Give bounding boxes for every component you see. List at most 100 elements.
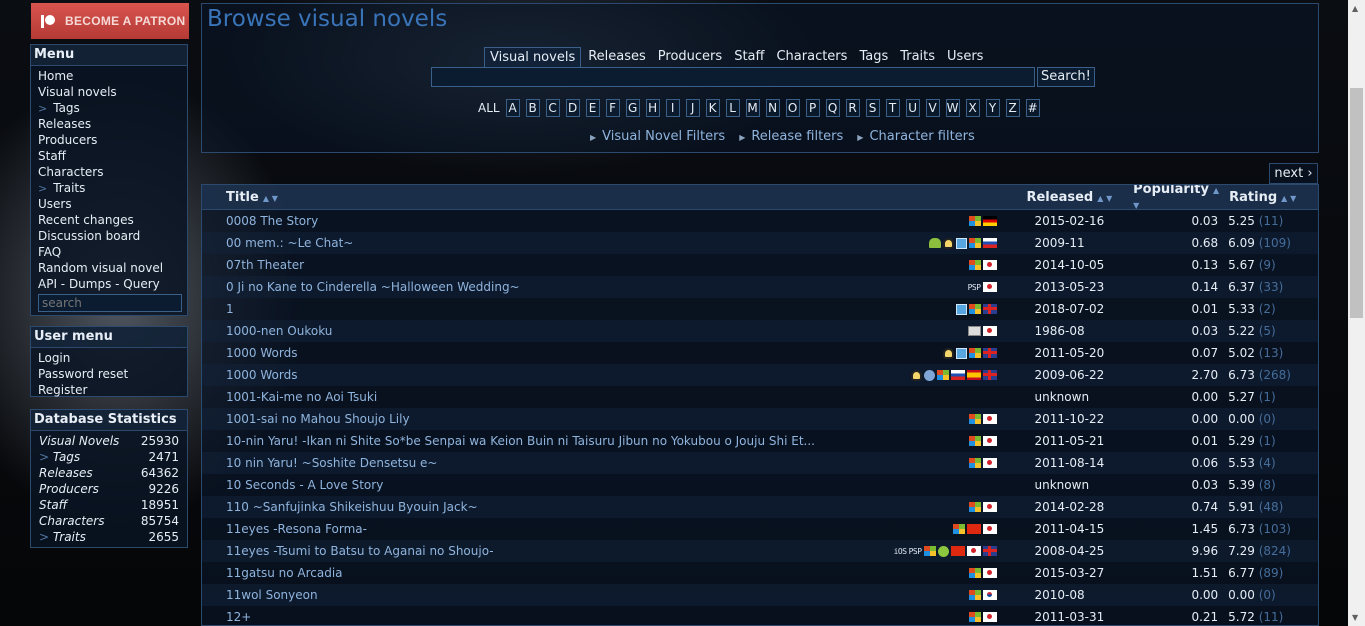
filter-link[interactable]: ▶ Character filters bbox=[857, 129, 974, 144]
search-button[interactable]: Search! bbox=[1037, 67, 1095, 87]
search-input[interactable] bbox=[431, 67, 1035, 87]
letter-button[interactable]: Z bbox=[1005, 99, 1020, 117]
letter-button[interactable]: M bbox=[745, 99, 760, 117]
next-page-button[interactable]: next › bbox=[1269, 163, 1318, 184]
letter-button[interactable]: U bbox=[905, 99, 920, 117]
letter-button[interactable]: V bbox=[925, 99, 940, 117]
menu-item[interactable]: Users bbox=[38, 196, 187, 212]
menu-item[interactable]: > Tags bbox=[38, 100, 187, 116]
vn-title-link[interactable]: 0 Ji no Kane to Cinderella ~Halloween We… bbox=[202, 280, 885, 294]
vn-title-link[interactable]: 1001-Kai-me no Aoi Tsuki bbox=[202, 390, 885, 404]
tab-traits[interactable]: Traits bbox=[895, 47, 940, 67]
menu-item[interactable]: Random visual novel bbox=[38, 260, 187, 276]
letter-button[interactable]: B bbox=[525, 99, 540, 117]
letter-button[interactable]: # bbox=[1025, 99, 1040, 117]
tab-users[interactable]: Users bbox=[942, 47, 988, 67]
sort-arrows-icon[interactable]: ▲ ▼ bbox=[1097, 194, 1112, 203]
tab-characters[interactable]: Characters bbox=[771, 47, 852, 67]
user-menu-item[interactable]: Register bbox=[38, 382, 187, 398]
vn-title-link[interactable]: 11gatsu no Arcadia bbox=[202, 566, 885, 580]
vn-title-link[interactable]: 11eyes -Tsumi to Batsu to Aganai no Shou… bbox=[202, 544, 885, 558]
vn-title-link[interactable]: 1000-nen Oukoku bbox=[202, 324, 885, 338]
stats-label[interactable]: Producers bbox=[31, 481, 133, 497]
letter-button[interactable]: H bbox=[645, 99, 660, 117]
letter-button[interactable]: P bbox=[805, 99, 820, 117]
vn-title-link[interactable]: 00 mem.: ~Le Chat~ bbox=[202, 236, 885, 250]
letter-button[interactable]: S bbox=[865, 99, 880, 117]
menu-item[interactable]: Visual novels bbox=[38, 84, 187, 100]
letter-button[interactable]: F bbox=[605, 99, 620, 117]
filter-link-label: Visual Novel Filters bbox=[602, 129, 726, 144]
menu-item[interactable]: Producers bbox=[38, 132, 187, 148]
menu-item[interactable]: Recent changes bbox=[38, 212, 187, 228]
menu-item[interactable]: FAQ bbox=[38, 244, 187, 260]
vn-title-link[interactable]: 12+ bbox=[202, 610, 885, 624]
vn-title-link[interactable]: 1000 Words bbox=[202, 368, 885, 382]
page-scrollbar[interactable]: ▲ ▼ bbox=[1348, 0, 1365, 626]
tab-staff[interactable]: Staff bbox=[729, 47, 769, 67]
stats-label[interactable]: Releases bbox=[31, 465, 133, 481]
menu-item[interactable]: Releases bbox=[38, 116, 187, 132]
header-rating[interactable]: Rating ▲ ▼ bbox=[1219, 190, 1318, 205]
vn-title-link[interactable]: 1001-sai no Mahou Shoujo Lily bbox=[202, 412, 885, 426]
vn-title-link[interactable]: 0008 The Story bbox=[202, 214, 885, 228]
menu-item[interactable]: API - Dumps - Query bbox=[38, 276, 187, 292]
sort-arrows-icon[interactable]: ▲ ▼ bbox=[1281, 194, 1296, 203]
letter-button[interactable]: L bbox=[725, 99, 740, 117]
tab-producers[interactable]: Producers bbox=[653, 47, 727, 67]
filter-link[interactable]: ▶ Release filters bbox=[739, 129, 843, 144]
header-popularity[interactable]: Popularity ▲ ▼ bbox=[1133, 185, 1219, 212]
menu-item[interactable]: Characters bbox=[38, 164, 187, 180]
sort-arrows-icon[interactable]: ▲ ▼ bbox=[263, 194, 278, 203]
stats-label[interactable]: Staff bbox=[31, 497, 133, 513]
letter-button[interactable]: W bbox=[945, 99, 960, 117]
scrollbar-thumb[interactable] bbox=[1350, 88, 1363, 318]
vn-title-link[interactable]: 1 bbox=[202, 302, 885, 316]
letter-button[interactable]: C bbox=[545, 99, 560, 117]
menu-item[interactable]: Discussion board bbox=[38, 228, 187, 244]
vn-title-link[interactable]: 10-nin Yaru! -Ikan ni Shite So*be Senpai… bbox=[202, 434, 885, 448]
vn-title-link[interactable]: 10 Seconds - A Love Story bbox=[202, 478, 885, 492]
filter-link[interactable]: ▶ Visual Novel Filters bbox=[590, 129, 725, 144]
vn-title-link[interactable]: 10 nin Yaru! ~Soshite Densetsu e~ bbox=[202, 456, 885, 470]
vn-title-link[interactable]: 07th Theater bbox=[202, 258, 885, 272]
become-patron-button[interactable]: BECOME A PATRON bbox=[31, 3, 189, 39]
platform-language-icons bbox=[885, 612, 997, 622]
letter-button[interactable]: Q bbox=[825, 99, 840, 117]
vn-title-link[interactable]: 1000 Words bbox=[202, 346, 885, 360]
letter-button[interactable]: R bbox=[845, 99, 860, 117]
tab-releases[interactable]: Releases bbox=[583, 47, 651, 67]
header-released[interactable]: Released ▲ ▼ bbox=[988, 190, 1133, 205]
user-menu-item[interactable]: Password reset bbox=[38, 366, 187, 382]
menu-item[interactable]: > Traits bbox=[38, 180, 187, 196]
letter-button[interactable]: G bbox=[625, 99, 640, 117]
header-title[interactable]: Title ▲ ▼ bbox=[202, 190, 878, 205]
letter-button[interactable]: K bbox=[705, 99, 720, 117]
stats-label[interactable]: > Traits bbox=[31, 529, 133, 545]
vn-title-link[interactable]: 11wol Sonyeon bbox=[202, 588, 885, 602]
menu-item[interactable]: Home bbox=[38, 68, 187, 84]
letter-button[interactable]: A bbox=[505, 99, 520, 117]
sidebar-search-input[interactable] bbox=[38, 294, 182, 312]
scroll-down-icon[interactable]: ▼ bbox=[1352, 613, 1358, 622]
letter-button[interactable]: N bbox=[765, 99, 780, 117]
letter-button[interactable]: I bbox=[665, 99, 680, 117]
tab-tags[interactable]: Tags bbox=[854, 47, 893, 67]
letter-button[interactable]: Y bbox=[985, 99, 1000, 117]
stats-label[interactable]: Visual Novels bbox=[31, 433, 133, 449]
letter-button[interactable]: T bbox=[885, 99, 900, 117]
tab-visual-novels[interactable]: Visual novels bbox=[484, 47, 582, 67]
vn-title-link[interactable]: 110 ~Sanfujinka Shikeishuu Byouin Jack~ bbox=[202, 500, 885, 514]
letter-button[interactable]: E bbox=[585, 99, 600, 117]
letter-button[interactable]: D bbox=[565, 99, 580, 117]
user-menu-item[interactable]: Login bbox=[38, 350, 187, 366]
menu-item[interactable]: Staff bbox=[38, 148, 187, 164]
scroll-up-icon[interactable]: ▲ bbox=[1352, 4, 1358, 13]
letter-button[interactable]: X bbox=[965, 99, 980, 117]
vn-title-link[interactable]: 11eyes -Resona Forma- bbox=[202, 522, 885, 536]
letter-button[interactable]: J bbox=[685, 99, 700, 117]
letter-all[interactable]: ALL bbox=[478, 101, 500, 115]
stats-label[interactable]: > Tags bbox=[31, 449, 133, 465]
letter-button[interactable]: O bbox=[785, 99, 800, 117]
stats-label[interactable]: Characters bbox=[31, 513, 133, 529]
